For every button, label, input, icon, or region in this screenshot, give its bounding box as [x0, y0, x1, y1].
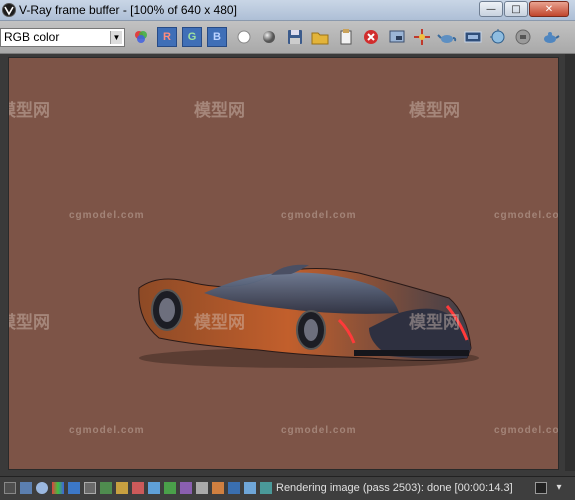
maximize-button[interactable]: □	[504, 1, 528, 17]
render-last-button[interactable]	[437, 27, 457, 47]
chevron-down-icon: ▼	[110, 31, 122, 44]
stamp-icon[interactable]	[228, 482, 240, 494]
stop-render-button[interactable]	[513, 27, 533, 47]
watermark-chinese: 模型网	[194, 101, 245, 120]
color-correction-button[interactable]	[131, 27, 151, 47]
pixel-info-icon[interactable]	[20, 482, 32, 494]
frame-buffer-toolbar: RGB color ▼ R G B	[0, 21, 575, 54]
window-title: V-Ray frame buffer - [100% of 640 x 480]	[19, 3, 237, 17]
blue-channel-button[interactable]: B	[207, 27, 227, 47]
red-x-circle-icon	[364, 30, 378, 44]
lens-effects-button[interactable]	[488, 27, 508, 47]
render-viewport[interactable]: 模型网 模型网 模型网 cgmodel.com cgmodel.com cgmo…	[8, 57, 559, 470]
clear-image-button[interactable]	[361, 27, 381, 47]
load-image-button[interactable]	[310, 27, 330, 47]
render-status-text: Rendering image (pass 2503): done [00:00…	[276, 482, 513, 494]
watermark-chinese: 模型网	[194, 313, 245, 332]
lut-icon[interactable]	[116, 482, 128, 494]
watermark-chinese: 模型网	[9, 101, 50, 120]
watermark-brand: cgmodel.com	[69, 425, 145, 436]
watermark-brand: cgmodel.com	[494, 425, 559, 436]
icc-icon[interactable]	[164, 482, 176, 494]
channel-select[interactable]: RGB color ▼	[0, 28, 125, 47]
lens-icon	[490, 29, 505, 44]
channel-select-value: RGB color	[4, 30, 60, 44]
watermark-brand: cgmodel.com	[281, 425, 357, 436]
ocio-icon[interactable]	[148, 482, 160, 494]
show-vfb-history-button[interactable]	[463, 27, 483, 47]
follow-mouse-button[interactable]	[412, 27, 432, 47]
teapot-render-icon	[544, 32, 560, 43]
floppy-disk-icon	[288, 30, 302, 44]
histogram-icon[interactable]	[100, 482, 112, 494]
watermark-chinese: 模型网	[409, 313, 460, 332]
track-mouse-button[interactable]	[387, 27, 407, 47]
white-circle-icon	[237, 30, 251, 44]
teapot-icon	[437, 34, 457, 43]
monochrome-button[interactable]	[259, 27, 279, 47]
title-bar: V-Ray frame buffer - [100% of 640 x 480]…	[0, 0, 575, 21]
vray-app-icon[interactable]	[2, 3, 16, 17]
duplicate-to-mtl-button[interactable]	[336, 27, 356, 47]
crosshair-icon	[414, 29, 430, 45]
curves-icon[interactable]	[68, 482, 80, 494]
compare-icon[interactable]	[180, 482, 192, 494]
info-icon[interactable]	[36, 482, 48, 494]
ab-compare-icon[interactable]	[196, 482, 208, 494]
folder-icon	[311, 32, 329, 45]
vertical-scrollbar[interactable]	[565, 54, 575, 471]
watermark-brand: cgmodel.com	[494, 210, 559, 221]
rendered-car-image	[138, 264, 479, 368]
panel-toggle-icon[interactable]	[535, 482, 547, 494]
region-render-icon[interactable]	[260, 482, 272, 494]
rgb-circles-icon	[135, 31, 147, 43]
minimize-button[interactable]: —	[479, 1, 503, 17]
exposure-icon[interactable]	[84, 482, 96, 494]
srgb-icon[interactable]	[132, 482, 144, 494]
stop-circle-icon	[515, 29, 531, 45]
close-icon: ✕	[544, 3, 554, 15]
image-info-icon[interactable]	[4, 482, 16, 494]
chevron-down-icon[interactable]: ▾	[553, 482, 565, 494]
red-channel-button[interactable]: R	[157, 27, 177, 47]
close-button[interactable]: ✕	[529, 1, 569, 17]
render-region-icon	[389, 30, 405, 43]
watermark-brand: cgmodel.com	[69, 210, 145, 221]
lens-effect-icon[interactable]	[212, 482, 224, 494]
alpha-channel-button[interactable]	[234, 27, 254, 47]
clipboard-icon	[340, 29, 352, 45]
color-levels-icon[interactable]	[52, 482, 64, 494]
save-image-button[interactable]	[285, 27, 305, 47]
maximize-icon: □	[511, 3, 521, 15]
watermark-chinese: 模型网	[409, 101, 460, 120]
watermark-brand: cgmodel.com	[281, 210, 357, 221]
status-bar: Rendering image (pass 2503): done [00:00…	[0, 476, 575, 500]
teapot-render-button[interactable]	[540, 27, 560, 47]
minimize-icon: —	[486, 3, 496, 15]
pan-icon[interactable]	[244, 482, 256, 494]
gray-circle-icon	[263, 31, 275, 43]
film-strip-icon	[464, 31, 482, 43]
watermark-chinese: 模型网	[9, 313, 50, 332]
green-channel-button[interactable]: G	[182, 27, 202, 47]
